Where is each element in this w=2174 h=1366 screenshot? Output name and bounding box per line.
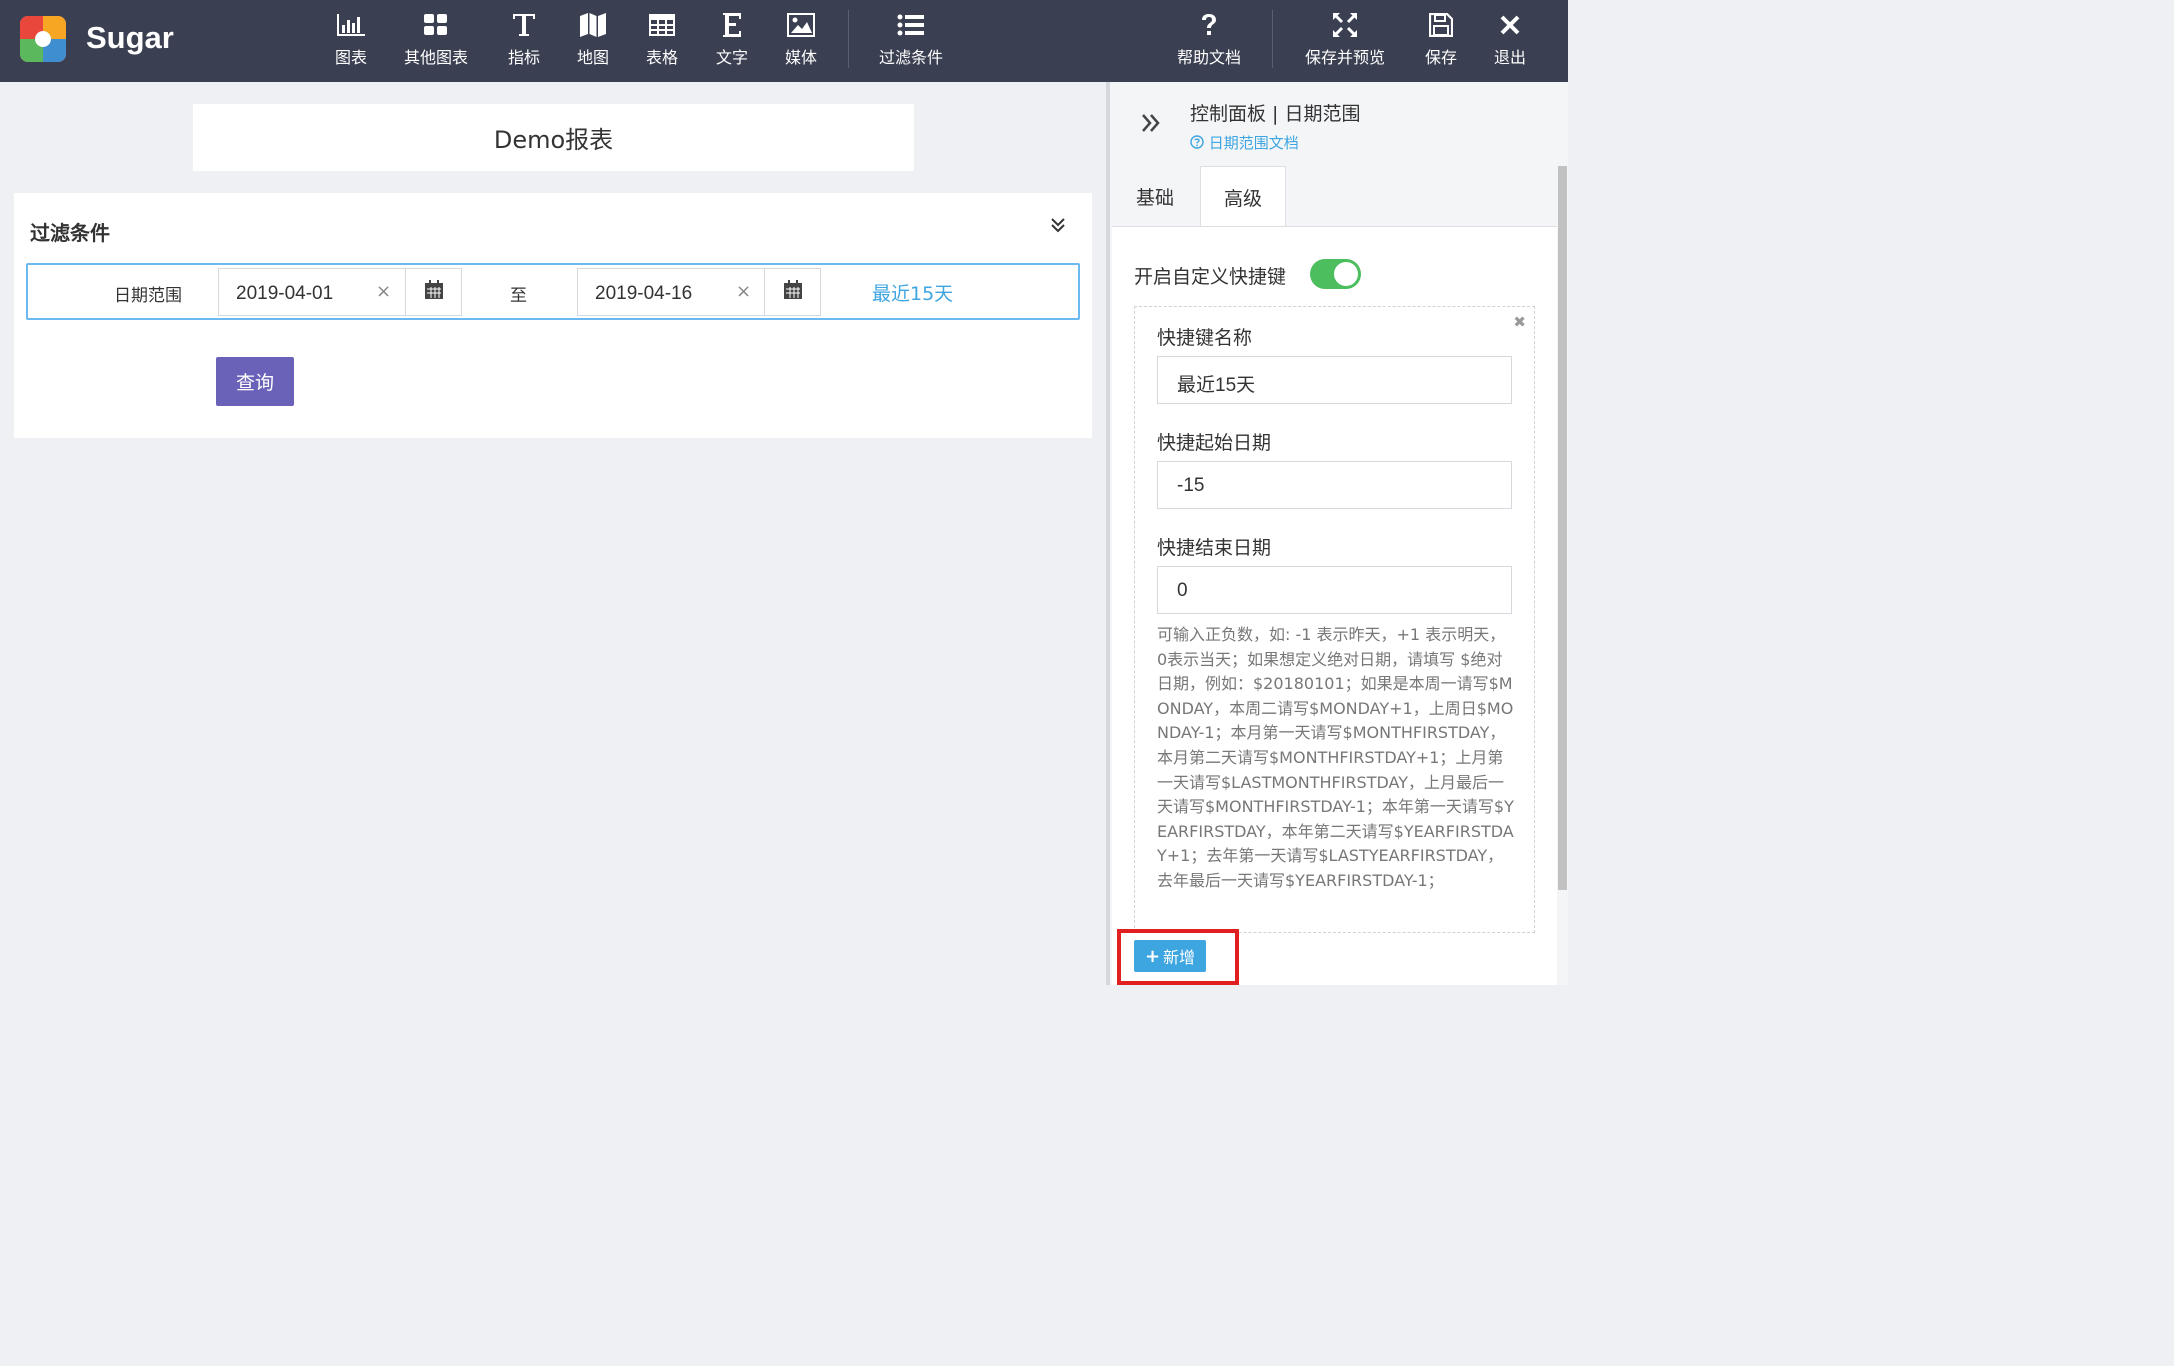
toolbar-label: 过滤条件 — [878, 48, 943, 67]
toolbar-label: 其他图表 — [403, 48, 468, 67]
toolbar-metric-button[interactable]: 指标 — [503, 10, 545, 72]
sugar-logo[interactable] — [20, 16, 66, 62]
text-t-icon — [503, 10, 545, 40]
toolbar-chart-button[interactable]: 图表 — [328, 10, 374, 72]
close-icon — [1490, 10, 1530, 40]
custom-shortcut-toggle[interactable] — [1310, 259, 1361, 289]
to-label: 至 — [510, 286, 527, 306]
shortcut-config-box: ✖ 快捷键名称 最近15天 快捷起始日期 -15 快捷结束日期 0 可输入正负数… — [1134, 306, 1535, 933]
map-icon — [572, 10, 614, 40]
help-docs-button[interactable]: 帮助文档 — [1172, 10, 1246, 72]
control-panel: 控制面板 | 日期范围 日期范围文档 基础 高级 开启自定义快捷键 ✖ 快捷键名… — [1110, 82, 1568, 985]
tab-advanced[interactable]: 高级 — [1200, 166, 1286, 227]
plus-icon: + — [1144, 945, 1161, 967]
brand-name: Sugar — [86, 20, 174, 55]
toolbar-text-button[interactable]: 文字 — [711, 10, 753, 72]
clear-start-date-icon[interactable]: × — [376, 281, 391, 302]
toolbar-label: 帮助文档 — [1176, 48, 1241, 67]
doc-link-label: 日期范围文档 — [1208, 134, 1299, 152]
date-range-label: 日期范围 — [114, 286, 182, 306]
start-date-input[interactable]: 2019-04-01 × — [218, 268, 462, 316]
shortcut-end-label: 快捷结束日期 — [1157, 537, 1272, 559]
panel-title: 控制面板 | 日期范围 — [1190, 103, 1361, 125]
toolbar-label: 退出 — [1493, 48, 1526, 67]
end-date-input[interactable]: 2019-04-16 × — [577, 268, 821, 316]
toolbar-label: 表格 — [645, 48, 678, 67]
toolbar-table-button[interactable]: 表格 — [641, 10, 683, 72]
filter-card[interactable]: 过滤条件 日期范围 2019-04-01 × 至 2019-04-16 × 最近 — [14, 193, 1092, 438]
add-button-label: 新增 — [1163, 948, 1196, 967]
toolbar-divider — [1272, 10, 1273, 68]
toolbar-label: 指标 — [507, 48, 540, 67]
toolbar-map-button[interactable]: 地图 — [572, 10, 614, 72]
toolbar-filter-button[interactable]: 过滤条件 — [875, 10, 947, 72]
exit-button[interactable]: 退出 — [1490, 10, 1530, 72]
question-icon — [1172, 10, 1246, 40]
bar-chart-icon — [328, 10, 374, 40]
custom-shortcut-label: 开启自定义快捷键 — [1134, 266, 1287, 288]
top-toolbar: Sugar 图表 其他图表 指标 地图 表格 文字 媒体 过滤条件 帮助文档 保… — [0, 0, 1568, 82]
panel-scrollbar[interactable] — [1558, 166, 1567, 890]
calendar-icon — [424, 280, 444, 304]
start-date-value: 2019-04-01 — [236, 283, 334, 304]
expand-icon — [1300, 10, 1390, 40]
add-shortcut-button[interactable]: + 新增 — [1134, 940, 1206, 972]
save-button[interactable]: 保存 — [1421, 10, 1461, 72]
report-title-card[interactable]: Demo报表 — [193, 104, 914, 171]
toolbar-media-button[interactable]: 媒体 — [780, 10, 822, 72]
remove-shortcut-icon[interactable]: ✖ — [1513, 313, 1526, 331]
toolbar-divider — [848, 10, 849, 68]
text-e-icon — [711, 10, 753, 40]
toolbar-label: 文字 — [715, 48, 748, 67]
toggle-knob — [1334, 262, 1358, 286]
panel-tabs: 基础 高级 — [1110, 166, 1568, 227]
toolbar-label: 媒体 — [784, 48, 817, 67]
image-icon — [780, 10, 822, 40]
toolbar-label: 保存 — [1424, 48, 1457, 67]
shortcut-name-label: 快捷键名称 — [1157, 327, 1253, 349]
toolbar-label: 图表 — [334, 48, 367, 67]
quick-range-link[interactable]: 最近15天 — [872, 279, 953, 306]
double-chevron-right-icon[interactable] — [1140, 112, 1162, 138]
save-preview-button[interactable]: 保存并预览 — [1300, 10, 1390, 72]
toolbar-label: 地图 — [576, 48, 609, 67]
double-chevron-down-icon[interactable] — [1050, 217, 1066, 237]
report-title: Demo报表 — [493, 126, 614, 154]
toolbar-label: 保存并预览 — [1304, 48, 1385, 67]
filter-title: 过滤条件 — [30, 221, 110, 245]
date-range-doc-link[interactable]: 日期范围文档 — [1190, 132, 1299, 153]
shortcut-start-input[interactable]: -15 — [1157, 461, 1512, 509]
calendar-icon — [783, 280, 803, 304]
shortcut-help-text: 可输入正负数，如: -1 表示昨天，+1 表示明天，0表示当天；如果想定义绝对日… — [1157, 625, 1514, 890]
save-icon — [1421, 10, 1461, 40]
start-calendar-button[interactable] — [405, 269, 462, 315]
advanced-settings: 开启自定义快捷键 ✖ 快捷键名称 最近15天 快捷起始日期 -15 快捷结束日期… — [1112, 226, 1557, 985]
list-icon — [875, 10, 947, 40]
clear-end-date-icon[interactable]: × — [736, 281, 751, 302]
tab-basic[interactable]: 基础 — [1112, 166, 1198, 227]
grid-icon — [400, 10, 472, 40]
end-calendar-button[interactable] — [764, 269, 821, 315]
shortcut-name-input[interactable]: 最近15天 — [1157, 356, 1512, 404]
end-date-value: 2019-04-16 — [595, 283, 693, 304]
shortcut-start-label: 快捷起始日期 — [1157, 432, 1272, 454]
toolbar-other-charts-button[interactable]: 其他图表 — [400, 10, 472, 72]
date-range-filter-row[interactable]: 日期范围 2019-04-01 × 至 2019-04-16 × 最近15天 — [26, 263, 1080, 320]
query-button[interactable]: 查询 — [216, 357, 294, 406]
shortcut-end-input[interactable]: 0 — [1157, 566, 1512, 614]
question-circle-icon — [1190, 134, 1209, 152]
table-icon — [641, 10, 683, 40]
